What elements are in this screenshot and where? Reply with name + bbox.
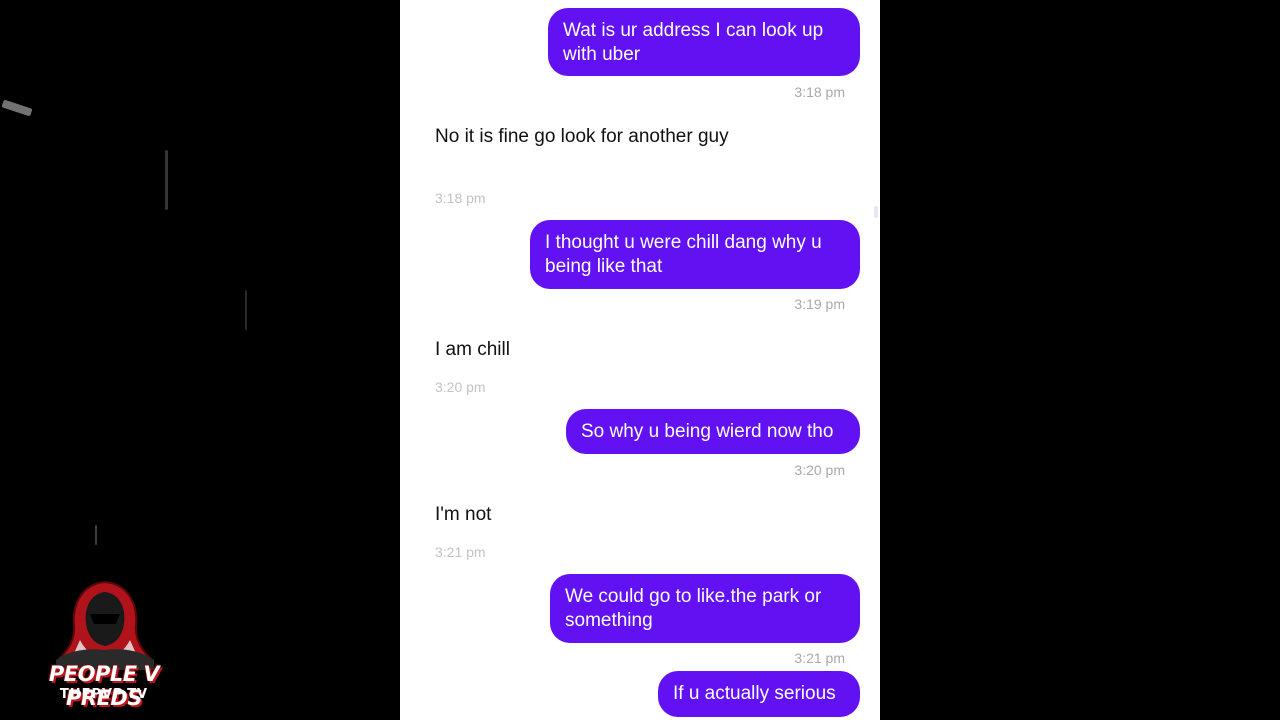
noise-streak	[165, 150, 168, 210]
message-text: Wat is ur address I can look up with ube…	[563, 20, 824, 65]
scrollbar-thumb[interactable]	[874, 206, 878, 218]
right-dark-panel	[880, 0, 1280, 720]
outgoing-message-bubble[interactable]: If u actually serious	[658, 671, 860, 717]
message-timestamp: 3:18 pm	[794, 84, 845, 100]
logo-subtitle: THEPVP.TV	[59, 687, 149, 702]
message-timestamp: 3:21 pm	[794, 650, 845, 666]
message-text: So why u being wierd now tho	[581, 421, 834, 442]
outgoing-message-bubble[interactable]: So why u being wierd now tho	[566, 409, 860, 454]
incoming-message-text[interactable]: No it is fine go look for another guy	[435, 125, 735, 149]
incoming-message-text[interactable]: I am chill	[435, 338, 510, 362]
message-text: We could go to like.the park or somethin…	[565, 586, 822, 631]
message-timestamp: 3:20 pm	[794, 462, 845, 478]
message-timestamp: 3:18 pm	[435, 190, 486, 206]
logo-title: PEOPLE V PREDS	[48, 662, 160, 710]
noise-streak	[95, 525, 97, 545]
message-timestamp: 3:21 pm	[435, 544, 486, 560]
message-text: I thought u were chill dang why u being …	[545, 232, 822, 277]
message-text: If u actually serious	[673, 683, 836, 704]
outgoing-message-bubble[interactable]: I thought u were chill dang why u being …	[530, 220, 860, 289]
outgoing-message-bubble[interactable]: Wat is ur address I can look up with ube…	[548, 8, 860, 76]
incoming-message-text[interactable]: I'm not	[435, 503, 491, 527]
chat-screen[interactable]: Wat is ur address I can look up with ube…	[400, 0, 880, 720]
outgoing-message-bubble[interactable]: We could go to like.the park or somethin…	[550, 574, 860, 643]
hooded-figure-icon	[56, 580, 154, 670]
message-timestamp: 3:20 pm	[435, 379, 486, 395]
noise-streak	[245, 290, 247, 330]
channel-logo: PEOPLE V PREDS THEPVP.TV	[20, 578, 190, 710]
message-timestamp: 3:19 pm	[794, 296, 845, 312]
noise-streak	[1, 99, 33, 117]
video-frame: Wat is ur address I can look up with ube…	[0, 0, 1280, 720]
